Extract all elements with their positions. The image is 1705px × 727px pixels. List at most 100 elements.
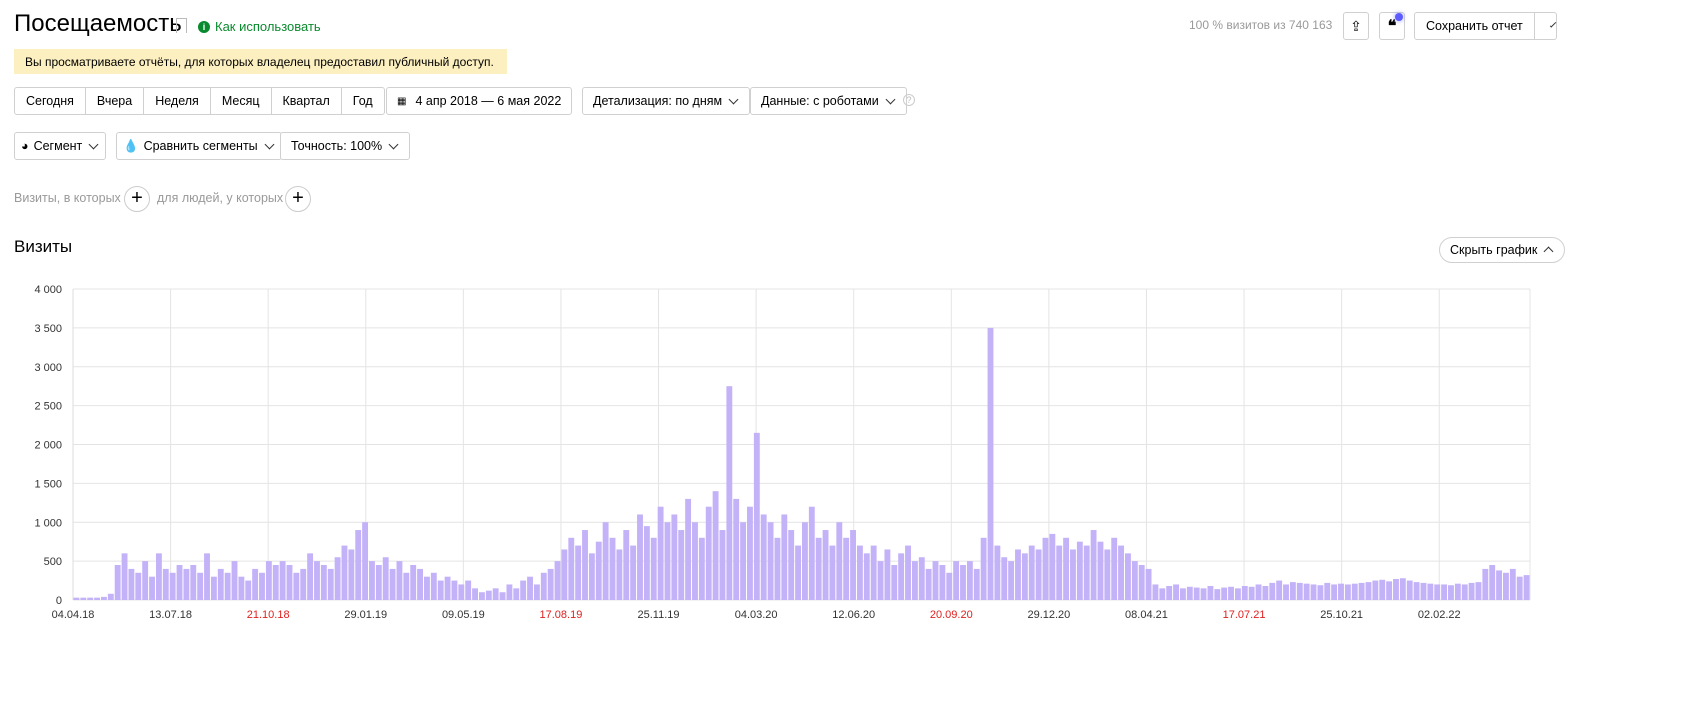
bookmark-icon[interactable] <box>176 18 187 33</box>
visits-bar <box>884 549 891 600</box>
visits-bar <box>554 561 561 600</box>
visits-bar <box>410 565 417 600</box>
visits-bar <box>217 568 224 600</box>
visits-bar <box>94 597 100 600</box>
visits-bar <box>733 498 740 600</box>
x-tick-label: 02.02.22 <box>1418 609 1461 621</box>
x-tick-label: 09.05.19 <box>442 609 485 621</box>
help-icon[interactable]: ? <box>903 94 915 106</box>
how-to-use-link[interactable]: i Как использовать <box>198 19 321 34</box>
visits-bar <box>1125 553 1131 600</box>
visits-bar <box>582 530 588 600</box>
data-mode-dropdown[interactable]: Данные: с роботами <box>750 87 907 115</box>
y-tick-label: 2 500 <box>34 401 62 413</box>
visits-bar <box>307 553 314 600</box>
visits-bar <box>932 561 939 600</box>
visits-bar <box>1317 585 1324 600</box>
visits-bar <box>1179 588 1186 600</box>
visits-bar <box>327 568 334 600</box>
visits-bar <box>1193 587 1200 600</box>
visits-bar <box>822 530 829 600</box>
visits-bar <box>815 537 822 600</box>
visits-bar <box>643 526 650 600</box>
visits-bar <box>1015 549 1021 600</box>
export-button[interactable]: ⇪ <box>1343 12 1369 40</box>
visits-bar <box>1289 582 1296 600</box>
visits-bar <box>1399 578 1406 600</box>
visits-bar <box>1338 583 1344 600</box>
how-to-use-label: Как использовать <box>215 19 321 34</box>
visits-bar <box>939 565 946 600</box>
period-today[interactable]: Сегодня <box>15 88 86 114</box>
quote-button[interactable]: ❝ <box>1379 12 1405 40</box>
visits-bar <box>1070 549 1076 600</box>
visits-bar <box>1434 584 1441 600</box>
hide-chart-label: Скрыть график <box>1450 243 1538 257</box>
visits-bar <box>1200 588 1207 600</box>
visits-bar <box>657 506 664 600</box>
add-visit-filter-button[interactable]: + <box>124 186 150 212</box>
visits-bar <box>1331 584 1338 600</box>
visits-bar <box>444 576 451 600</box>
compare-segments-dropdown[interactable]: 💧 Сравнить сегменты <box>116 132 282 160</box>
visits-bar <box>609 537 616 600</box>
visits-bar <box>430 572 437 600</box>
chevron-down-icon[interactable] <box>1549 20 1557 28</box>
x-tick-label: 04.04.18 <box>52 609 95 621</box>
visits-bar <box>1049 533 1056 600</box>
visits-bar <box>1255 584 1262 600</box>
y-tick-label: 3 000 <box>34 362 62 374</box>
visits-bar <box>334 557 341 600</box>
visits-bar <box>843 537 850 600</box>
visits-bar <box>114 565 121 600</box>
visits-bar <box>1283 584 1289 600</box>
accuracy-dropdown[interactable]: Точность: 100% <box>280 132 411 160</box>
x-tick-label: 21.10.18 <box>247 609 290 621</box>
accuracy-label: Точность: 100% <box>291 139 383 153</box>
y-tick-label: 1 000 <box>34 517 62 529</box>
visits-bar <box>300 568 307 600</box>
save-report-label: Сохранить отчет <box>1415 13 1535 39</box>
visits-bar <box>286 565 293 600</box>
visits-bar <box>1042 537 1049 600</box>
chevron-down-icon <box>88 139 99 149</box>
visits-bar <box>403 572 410 600</box>
visits-bar <box>224 572 231 600</box>
date-range-button[interactable]: ▦ 4 апр 2018 — 6 мая 2022 <box>386 87 573 115</box>
y-tick-label: 1 500 <box>34 478 62 490</box>
visits-bar <box>245 580 252 600</box>
visits-bar <box>623 530 630 600</box>
visits-bar <box>547 568 554 600</box>
compare-label: Сравнить сегменты <box>143 139 258 153</box>
segment-dropdown[interactable]: ◕ Сегмент <box>14 132 107 160</box>
period-yesterday[interactable]: Вчера <box>86 88 145 114</box>
add-people-filter-button[interactable]: + <box>285 186 311 212</box>
visits-bar <box>1083 545 1090 600</box>
visits-bar <box>685 498 692 600</box>
period-month[interactable]: Месяц <box>211 88 272 114</box>
visits-bar <box>197 572 204 600</box>
visits-bar <box>650 537 657 600</box>
visits-bar <box>1269 582 1276 600</box>
period-week[interactable]: Неделя <box>144 88 211 114</box>
save-report-button[interactable]: Сохранить отчет <box>1414 12 1557 40</box>
visits-bar <box>231 561 238 600</box>
visits-bar <box>492 588 499 600</box>
visits-bar <box>540 572 547 600</box>
visits-bar <box>272 565 279 600</box>
visits-bar <box>1056 545 1063 600</box>
visits-bar <box>1358 582 1365 600</box>
period-year[interactable]: Год <box>342 88 384 114</box>
visits-bar <box>362 522 369 600</box>
period-quarter[interactable]: Квартал <box>272 88 342 114</box>
visits-bar <box>382 557 389 600</box>
visits-bar <box>966 561 973 600</box>
detail-dropdown[interactable]: Детализация: по дням <box>582 87 751 115</box>
visits-bar <box>1310 584 1317 600</box>
period-selector: Сегодня Вчера Неделя Месяц Квартал Год <box>14 87 385 115</box>
visits-bar <box>760 514 767 600</box>
visits-bar <box>437 580 444 600</box>
hide-chart-button[interactable]: Скрыть график <box>1439 237 1566 263</box>
visits-bar <box>87 597 94 600</box>
visits-bar <box>80 597 87 600</box>
